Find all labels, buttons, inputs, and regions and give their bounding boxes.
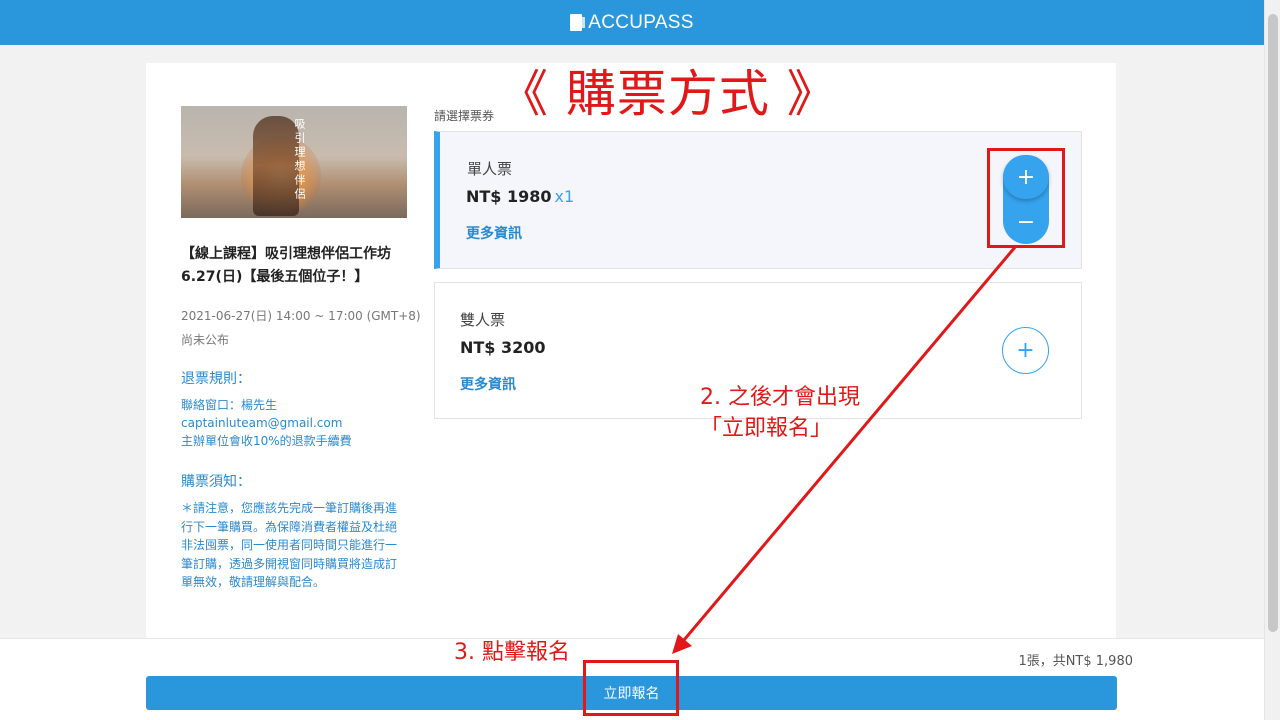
- purchase-notice-text: ＊請注意，您應該先完成一筆訂購後再進行下一筆購買。為保障消費者權益及杜絕非法囤票…: [181, 501, 398, 589]
- event-date: 2021-06-27(日) 14:00 ~ 17:00 (GMT+8): [181, 309, 421, 323]
- annotation-step2: 2. 之後才會出現 「立即報名」: [700, 382, 860, 444]
- ticket-select-label: 請選擇票券: [434, 109, 495, 123]
- purchase-notice-heading: 購票須知：: [181, 474, 251, 490]
- order-summary: 1張，共NT$ 1,980: [1018, 654, 1133, 669]
- refund-fee-note: 主辦單位會收10%的退款手續費: [181, 434, 352, 448]
- brand-name: ACCUPASS: [588, 11, 694, 33]
- annotation-stepper-highlight: [987, 148, 1065, 248]
- add-ticket-button[interactable]: +: [1002, 327, 1049, 374]
- event-cover-image: 吸引理想伴侶: [181, 106, 407, 218]
- ticket-price: NT$ 1980 x1: [466, 187, 574, 206]
- refund-policy-heading: 退票規則：: [181, 371, 251, 387]
- ticket-name: 單人票: [467, 160, 513, 178]
- scrollbar-thumb[interactable]: [1268, 14, 1278, 632]
- cover-image-text: 吸引理想伴侶: [293, 118, 306, 202]
- ticket-price-value: NT$ 1980: [466, 187, 552, 206]
- refund-policy-text: 聯絡窗口：楊先生 captainluteam@gmail.com 主辦單位會收1…: [181, 396, 411, 450]
- ticket-quantity: x1: [554, 187, 575, 206]
- plus-icon: +: [1016, 338, 1035, 363]
- event-title: 【線上課程】吸引理想伴侶工作坊6.27(日)【最後五個位子！】: [181, 246, 391, 285]
- ticket-more-info-link[interactable]: 更多資訊: [466, 223, 522, 243]
- ticket-name: 雙人票: [460, 311, 506, 329]
- ticket-single[interactable]: 單人票 NT$ 1980 x1 更多資訊: [434, 131, 1082, 269]
- accupass-logo-icon: [570, 14, 586, 31]
- page-scrollbar[interactable]: [1264, 0, 1280, 720]
- annotation-register-highlight: [583, 660, 679, 716]
- refund-contact: 聯絡窗口：楊先生: [181, 398, 278, 412]
- refund-email[interactable]: captainluteam@gmail.com: [181, 414, 411, 432]
- annotation-step2-line2: 「立即報名」: [700, 416, 833, 441]
- brand-logo[interactable]: ACCUPASS: [570, 12, 694, 34]
- annotation-title: 《 購票方式 》: [498, 65, 838, 123]
- top-bar: ACCUPASS: [0, 0, 1264, 45]
- annotation-step3: 3. 點擊報名: [454, 640, 570, 665]
- annotation-step2-line1: 2. 之後才會出現: [700, 385, 860, 410]
- event-venue: 尚未公布: [181, 333, 230, 347]
- ticket-more-info-link[interactable]: 更多資訊: [460, 374, 516, 394]
- ticket-price: NT$ 3200: [460, 338, 546, 357]
